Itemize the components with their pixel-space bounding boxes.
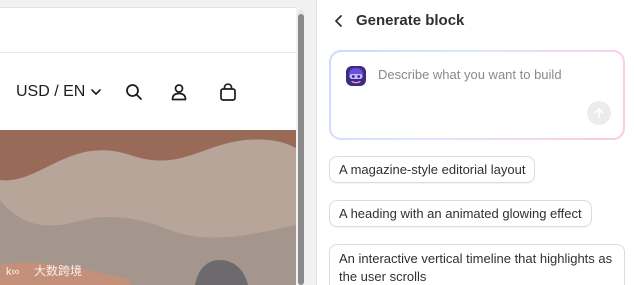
storefront-preview: USD / EN k∞ 大数跨境 bbox=[0, 0, 308, 285]
prompt-box[interactable] bbox=[331, 52, 623, 138]
preview-top-edge bbox=[0, 0, 296, 8]
watermark-text: 大数跨境 bbox=[34, 264, 83, 278]
chevron-down-icon bbox=[91, 89, 102, 95]
arrow-up-icon bbox=[594, 108, 604, 118]
prompt-input[interactable] bbox=[378, 67, 598, 82]
announcement-bar bbox=[0, 8, 296, 53]
search-icon[interactable] bbox=[122, 80, 146, 104]
svg-text:k∞: k∞ bbox=[6, 266, 19, 278]
preview-scrollbar-thumb[interactable] bbox=[298, 14, 304, 285]
back-button[interactable] bbox=[329, 11, 349, 31]
suggestion-chip[interactable]: An interactive vertical timeline that hi… bbox=[329, 244, 625, 285]
suggestion-label: A heading with an animated glowing effec… bbox=[339, 206, 582, 221]
currency-language-selector[interactable]: USD / EN bbox=[16, 81, 102, 103]
ai-assistant-avatar-icon bbox=[346, 66, 366, 86]
locale-label: USD / EN bbox=[16, 83, 86, 100]
generate-block-panel: Generate block A magazine-style editoria… bbox=[316, 0, 634, 285]
panel-title: Generate block bbox=[356, 12, 465, 29]
suggestion-chip[interactable]: A magazine-style editorial layout bbox=[329, 156, 536, 183]
watermark: k∞ 大数跨境 bbox=[6, 262, 82, 279]
suggestion-label: A magazine-style editorial layout bbox=[339, 162, 526, 177]
send-button[interactable] bbox=[587, 101, 611, 125]
chevron-left-icon bbox=[335, 15, 342, 27]
prompt-container bbox=[329, 50, 625, 140]
watermark-logo-icon: k∞ bbox=[6, 266, 19, 278]
suggestion-chip[interactable]: A heading with an animated glowing effec… bbox=[329, 200, 592, 227]
suggestion-label: An interactive vertical timeline that hi… bbox=[339, 251, 613, 284]
cart-icon[interactable] bbox=[216, 80, 240, 104]
storefront-page: USD / EN k∞ 大数跨境 bbox=[0, 0, 296, 285]
account-icon[interactable] bbox=[167, 80, 191, 104]
